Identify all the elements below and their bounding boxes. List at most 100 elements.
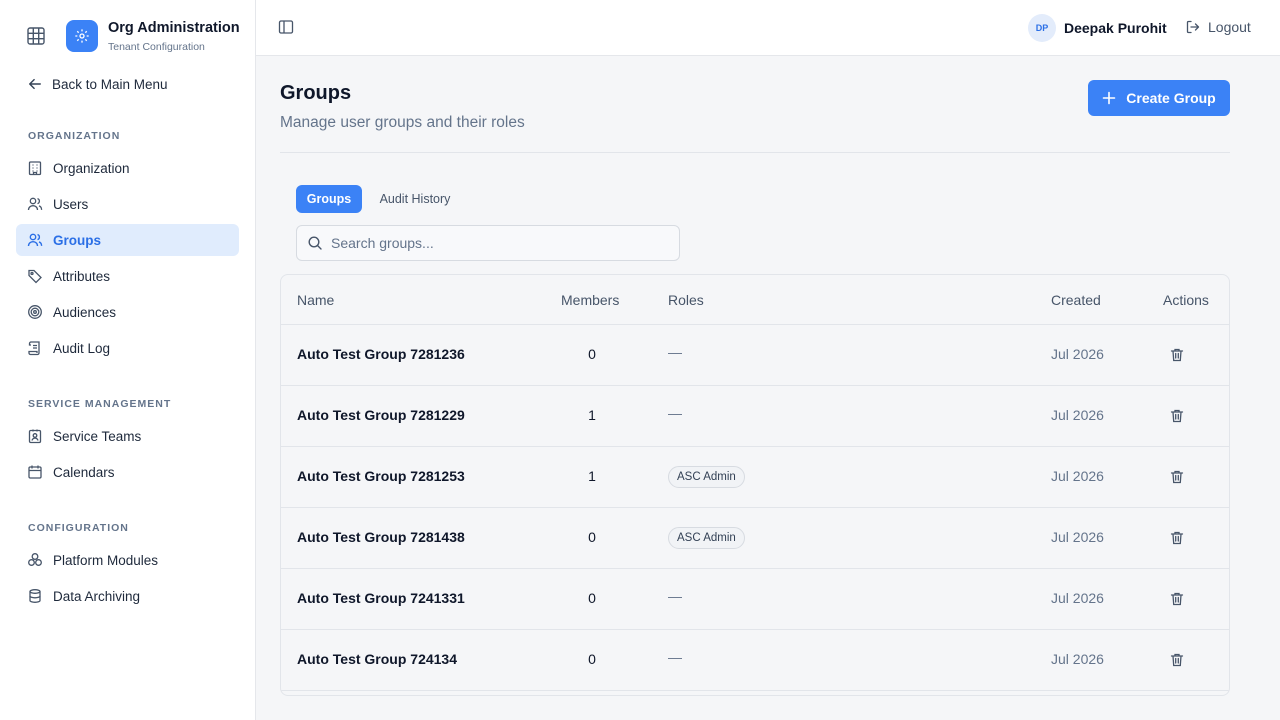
section-label-service-management: SERVICE MANAGEMENT — [28, 398, 172, 410]
member-count: 1 — [588, 468, 596, 484]
sidebar-item-audit-log[interactable]: Audit Log — [16, 332, 239, 364]
sidebar-item-users[interactable]: Users — [16, 188, 239, 220]
table-row[interactable]: Auto Test Group 724134 0 — Jul 2026 — [281, 630, 1229, 691]
sidebar-item-attributes[interactable]: Attributes — [16, 260, 239, 292]
table-row[interactable]: Auto Test Group 7281253 1 ASC Admin Jul … — [281, 447, 1229, 508]
trash-icon[interactable] — [1169, 591, 1185, 607]
back-link-label: Back to Main Menu — [52, 76, 168, 92]
roles-empty: — — [668, 588, 682, 604]
section-label-organization: ORGANIZATION — [28, 130, 121, 142]
member-count: 0 — [588, 651, 596, 667]
sidebar-item-label: Data Archiving — [53, 588, 141, 604]
trash-icon[interactable] — [1169, 652, 1185, 668]
sidebar-item-label: Audiences — [53, 304, 117, 320]
logout-icon — [1185, 19, 1201, 35]
trash-icon[interactable] — [1169, 347, 1185, 363]
created-date: Jul 2026 — [1051, 346, 1104, 362]
group-name[interactable]: Auto Test Group 7241331 — [297, 590, 465, 606]
app-subtitle: Tenant Configuration — [108, 41, 205, 53]
created-date: Jul 2026 — [1051, 529, 1104, 545]
table-row[interactable]: Auto Test Group 7281236 0 — Jul 2026 — [281, 325, 1229, 386]
search-icon — [307, 235, 323, 251]
sidebar-item-label: Groups — [53, 232, 102, 248]
roles-cell: ASC Admin — [668, 527, 745, 549]
member-count: 0 — [588, 590, 596, 606]
tab-groups[interactable]: Groups — [296, 185, 362, 213]
avatar[interactable]: DP — [1028, 14, 1056, 42]
table-row[interactable]: Auto Test Group 7281229 1 — Jul 2026 — [281, 386, 1229, 447]
group-name[interactable]: Auto Test Group 7281229 — [297, 407, 465, 423]
app-grid-icon[interactable] — [26, 26, 46, 46]
sidebar-item-calendars[interactable]: Calendars — [16, 456, 239, 488]
database-icon — [27, 588, 43, 604]
brand-header: Org Administration Tenant Configuration — [0, 0, 255, 72]
table-header: Name Members Roles Created Actions — [281, 275, 1229, 325]
scroll-icon — [27, 340, 43, 356]
settings-gear-icon — [66, 20, 98, 52]
user-group-icon — [27, 232, 43, 248]
search-input[interactable] — [331, 235, 651, 251]
column-header-roles: Roles — [668, 292, 704, 308]
trash-icon[interactable] — [1169, 469, 1185, 485]
id-badge-icon — [27, 428, 43, 444]
sidebar-item-audiences[interactable]: Audiences — [16, 296, 239, 328]
column-header-name[interactable]: Name — [297, 292, 334, 308]
group-name[interactable]: Auto Test Group 7281438 — [297, 529, 465, 545]
created-date: Jul 2026 — [1051, 468, 1104, 484]
group-name[interactable]: Auto Test Group 724134 — [297, 651, 457, 667]
sidebar-item-service-teams[interactable]: Service Teams — [16, 420, 239, 452]
sidebar-item-label: Audit Log — [53, 340, 111, 356]
member-count: 1 — [588, 407, 596, 423]
page-subtitle: Manage user groups and their roles — [280, 114, 525, 131]
users-icon — [27, 196, 43, 212]
page-title: Groups — [280, 82, 352, 104]
sidebar-toggle-icon[interactable] — [278, 19, 294, 35]
roles-cell: ASC Admin — [668, 466, 745, 488]
member-count: 0 — [588, 346, 596, 362]
sidebar-item-data-archiving[interactable]: Data Archiving — [16, 580, 239, 612]
section-label-configuration: CONFIGURATION — [28, 522, 129, 534]
roles-empty: — — [668, 649, 682, 665]
header-divider — [280, 152, 1230, 153]
member-count: 0 — [588, 529, 596, 545]
created-date: Jul 2026 — [1051, 590, 1104, 606]
roles-empty: — — [668, 405, 682, 421]
sidebar-item-label: Organization — [53, 160, 130, 176]
tag-icon — [27, 268, 43, 284]
role-badge: ASC Admin — [668, 527, 745, 549]
top-bar: DP Deepak Purohit Logout — [256, 0, 1280, 56]
group-name[interactable]: Auto Test Group 7281236 — [297, 346, 465, 362]
target-icon — [27, 304, 43, 320]
sidebar-item-label: Service Teams — [53, 428, 142, 444]
tab-audit-history[interactable]: Audit History — [370, 185, 460, 213]
table-row[interactable]: Auto Test Group 7281438 0 ASC Admin Jul … — [281, 508, 1229, 569]
sidebar-item-label: Users — [53, 196, 89, 212]
building-icon — [27, 160, 43, 176]
create-group-label: Create Group — [1126, 90, 1216, 106]
trash-icon[interactable] — [1169, 530, 1185, 546]
column-header-members[interactable]: Members — [561, 292, 619, 308]
groups-table: Name Members Roles Created Actions Auto … — [280, 274, 1230, 696]
trash-icon[interactable] — [1169, 408, 1185, 424]
role-badge: ASC Admin — [668, 466, 745, 488]
sidebar: Org Administration Tenant Configuration … — [0, 0, 256, 720]
sidebar-item-platform-modules[interactable]: Platform Modules — [16, 544, 239, 576]
calendar-icon — [27, 464, 43, 480]
logout-label: Logout — [1208, 19, 1251, 35]
table-row[interactable]: Auto Test Group 7241331 0 — Jul 2026 — [281, 569, 1229, 630]
user-name[interactable]: Deepak Purohit — [1064, 20, 1167, 36]
app-title: Org Administration — [108, 20, 240, 36]
column-header-actions: Actions — [1163, 292, 1209, 308]
created-date: Jul 2026 — [1051, 651, 1104, 667]
back-to-main-menu-link[interactable]: Back to Main Menu — [28, 74, 168, 94]
column-header-created[interactable]: Created — [1051, 292, 1101, 308]
create-group-button[interactable]: Create Group — [1088, 80, 1230, 116]
logout-button[interactable]: Logout — [1185, 19, 1251, 35]
sidebar-item-organization[interactable]: Organization — [16, 152, 239, 184]
sidebar-item-groups[interactable]: Groups — [16, 224, 239, 256]
sidebar-item-label: Attributes — [53, 268, 111, 284]
sidebar-item-label: Platform Modules — [53, 552, 159, 568]
modules-icon — [27, 552, 43, 568]
group-name[interactable]: Auto Test Group 7281253 — [297, 468, 465, 484]
arrow-left-icon — [28, 77, 42, 91]
